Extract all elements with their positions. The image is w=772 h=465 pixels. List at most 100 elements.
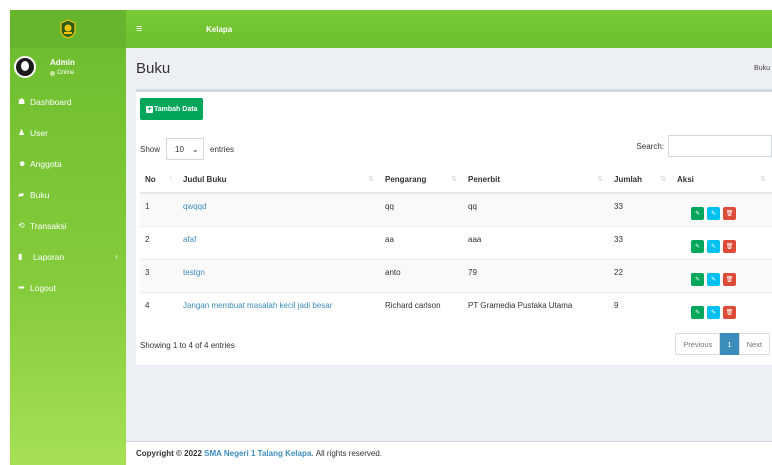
- add-data-label: Tambah Data: [154, 105, 198, 113]
- users-icon: ☻: [18, 159, 27, 168]
- file-icon: ▮: [18, 252, 23, 261]
- edit-icon[interactable]: ✎: [691, 305, 704, 319]
- col-jumlah[interactable]: Jumlah ⇅: [609, 167, 672, 194]
- content-header: Buku Buku: [126, 48, 772, 88]
- sidebar-menu: ☗ Dashboard ♟ User ☻ Anggota ▰ Buku ⟲ Tr…: [10, 86, 126, 303]
- sidebar-item-label: Logout: [30, 282, 56, 293]
- cell-jumlah: 9: [609, 291, 672, 325]
- avatar: [14, 56, 36, 78]
- cell-pengarang: Richard carlson: [380, 291, 463, 325]
- cell-pengarang: qq: [380, 192, 463, 226]
- edit-alt-icon[interactable]: ✎: [707, 207, 720, 220]
- book-icon: ▰: [18, 190, 25, 199]
- next-button[interactable]: Next: [738, 333, 770, 355]
- trash-icon[interactable]: 🗑: [723, 239, 736, 253]
- edit-alt-icon[interactable]: ✎: [707, 305, 720, 319]
- sidebar-item-label: User: [30, 127, 48, 138]
- user-panel: Admin Online: [10, 48, 126, 86]
- cell-no: 1: [140, 192, 178, 226]
- cell-penerbit: PT Gramedia Pustaka Utama: [463, 291, 609, 325]
- dashboard-icon: ☗: [18, 97, 26, 106]
- sidebar-item-dashboard[interactable]: ☗ Dashboard: [10, 86, 126, 117]
- user-info: Admin Online: [50, 58, 75, 76]
- sidebar-item-label: Laporan: [33, 251, 65, 262]
- trash-icon[interactable]: 🗑: [723, 207, 736, 220]
- cell-pengarang: aa: [380, 225, 463, 259]
- col-judul[interactable]: Judul Buku ⇅: [178, 167, 380, 194]
- sidebar-item-label: Dashboard: [30, 96, 72, 107]
- page-1-button[interactable]: 1: [720, 333, 739, 355]
- page-length-control: Show 10 ⌄ entries: [140, 138, 234, 160]
- previous-button[interactable]: Previous: [675, 333, 721, 355]
- books-table: No ↑ Judul Buku ⇅ Pengarang ⇅ Penerbit ⇅ Jum…: [140, 167, 772, 325]
- table-row: 4 Jangan membuat masalah kecil jadi besa…: [140, 291, 772, 325]
- col-pengarang[interactable]: Pengarang ⇅: [380, 167, 463, 194]
- entries-label: entries: [210, 144, 235, 154]
- cell-judul[interactable]: qwqqd: [178, 192, 380, 226]
- cell-judul[interactable]: Jangan membuat masalah kecil jadi besar: [178, 291, 380, 325]
- logout-icon: ➦: [18, 283, 25, 292]
- chevron-left-icon: ‹: [115, 252, 118, 261]
- table-header-row: No ↑ Judul Buku ⇅ Pengarang ⇅ Penerbit ⇅ Jum…: [140, 167, 772, 194]
- col-penerbit[interactable]: Penerbit ⇅: [463, 167, 609, 194]
- cell-aksi: ✎ ✎ 🗑: [672, 258, 772, 292]
- cell-jumlah: 33: [609, 192, 672, 226]
- search-input[interactable]: [668, 135, 772, 157]
- chevron-down-icon: ⌄: [191, 144, 199, 154]
- cell-judul[interactable]: testgn: [178, 258, 380, 292]
- cell-no: 4: [140, 291, 178, 325]
- sidebar-item-user[interactable]: ♟ User: [10, 117, 126, 148]
- pagination: Previous 1 Next: [675, 333, 770, 355]
- edit-icon[interactable]: ✎: [691, 207, 704, 220]
- edit-alt-icon[interactable]: ✎: [707, 272, 720, 286]
- trash-icon[interactable]: 🗑: [723, 272, 736, 286]
- user-status: Online: [50, 70, 75, 76]
- search-control: Search:: [636, 135, 772, 157]
- sort-icon: ⇅: [451, 176, 457, 183]
- col-no[interactable]: No ↑: [140, 167, 178, 194]
- cell-penerbit: aaa: [463, 225, 609, 259]
- app-logo[interactable]: [10, 10, 126, 48]
- table-info: Showing 1 to 4 of 4 entries: [140, 341, 235, 350]
- table-row: 2 afaf aa aaa 33 ✎ ✎ 🗑: [140, 225, 772, 259]
- books-box: + Tambah Data Show 10 ⌄ entries Search: …: [136, 89, 772, 365]
- cell-judul[interactable]: afaf: [178, 225, 380, 259]
- footer: Copyright © 2022 SMA Negeri 1 Talang Kel…: [126, 441, 772, 465]
- sidebar-item-buku[interactable]: ▰ Buku: [10, 179, 126, 210]
- add-data-button[interactable]: + Tambah Data: [140, 98, 204, 120]
- plus-icon: +: [146, 105, 153, 113]
- content-wrapper: Buku Buku + Tambah Data Show 10 ⌄ entrie…: [126, 48, 772, 465]
- school-link[interactable]: SMA Negeri 1 Talang Kelapa.: [204, 449, 313, 458]
- top-navbar: ≡ Kelapa: [126, 10, 772, 48]
- sidebar-item-laporan[interactable]: ▮ Laporan ‹: [10, 241, 126, 272]
- edit-icon[interactable]: ✎: [691, 272, 704, 286]
- cell-no: 2: [140, 225, 178, 259]
- sidebar-toggle-icon[interactable]: ≡: [136, 23, 150, 35]
- trash-icon[interactable]: 🗑: [723, 305, 736, 319]
- edit-icon[interactable]: ✎: [691, 239, 704, 253]
- sidebar-item-label: Anggota: [30, 158, 62, 169]
- sort-icon: ⇅: [760, 176, 766, 183]
- app-title: Kelapa: [206, 24, 233, 34]
- status-label: Online: [57, 70, 75, 76]
- user-icon: ♟: [18, 128, 26, 137]
- table-row: 3 testgn anto 79 22 ✎ ✎ 🗑: [140, 258, 772, 292]
- col-aksi[interactable]: Aksi ⇅: [672, 167, 772, 194]
- sidebar-item-transaksi[interactable]: ⟲ Transaksi: [10, 210, 126, 241]
- sidebar-item-logout[interactable]: ➦ Logout: [10, 272, 126, 303]
- page-length-select[interactable]: 10 ⌄: [166, 138, 205, 160]
- breadcrumb[interactable]: Buku: [754, 65, 770, 72]
- cell-aksi: ✎ ✎ 🗑: [672, 192, 772, 226]
- table-row: 1 qwqqd qq qq 33 ✎ ✎ 🗑: [140, 192, 772, 226]
- sidebar-item-label: Transaksi: [30, 220, 67, 231]
- cell-penerbit: 79: [463, 258, 609, 292]
- sidebar-item-anggota[interactable]: ☻ Anggota: [10, 148, 126, 179]
- cell-aksi: ✎ ✎ 🗑: [672, 291, 772, 325]
- cell-jumlah: 33: [609, 225, 672, 259]
- search-label: Search:: [636, 141, 664, 151]
- sort-icon: ⇅: [660, 176, 666, 183]
- show-label: Show: [140, 144, 161, 154]
- edit-alt-icon[interactable]: ✎: [707, 239, 720, 253]
- page-length-value: 10: [175, 144, 184, 154]
- sidebar: Admin Online ☗ Dashboard ♟ User ☻ Anggot…: [10, 48, 126, 465]
